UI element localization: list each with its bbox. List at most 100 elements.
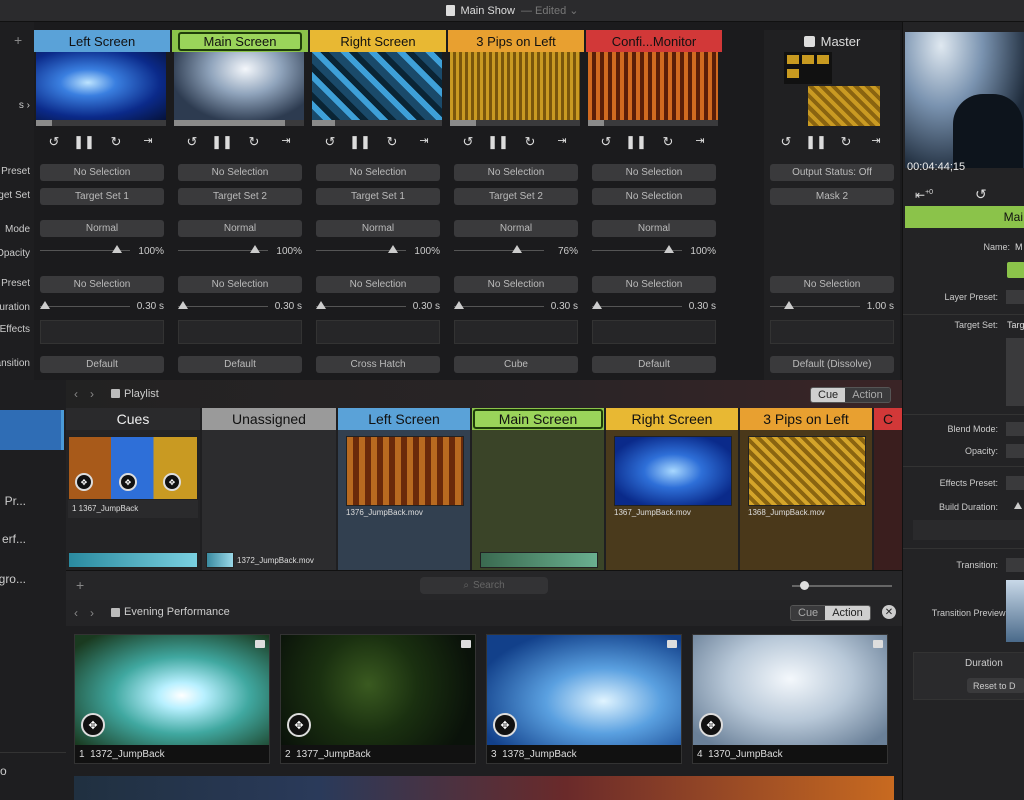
- lane-header[interactable]: 3 Pips on Left: [740, 408, 872, 430]
- forward-chevron-icon[interactable]: ›: [90, 606, 94, 620]
- forward-15-icon[interactable]: ↻: [242, 134, 266, 150]
- layer-preset-field[interactable]: No Selection: [454, 164, 578, 181]
- duration-slider[interactable]: [592, 300, 682, 312]
- blend-mode-field[interactable]: Normal: [454, 220, 578, 237]
- left-screen-thumbnail[interactable]: [346, 436, 464, 506]
- toggle-cue[interactable]: Cue: [811, 388, 846, 402]
- add-layer-icon[interactable]: +: [14, 32, 22, 48]
- layer-progress-bar[interactable]: [588, 120, 718, 126]
- build-duration-knob[interactable]: [1014, 502, 1022, 509]
- jump-end-icon[interactable]: ⇥: [550, 134, 574, 147]
- sidebar-selected-item[interactable]: [0, 410, 64, 450]
- effects-preset-field[interactable]: No Selection: [592, 276, 716, 293]
- target-set-list[interactable]: [1006, 338, 1024, 406]
- pause-icon[interactable]: ❚❚: [210, 134, 234, 150]
- slider-knob[interactable]: [512, 245, 522, 253]
- sidebar-item-background[interactable]: gro...: [0, 572, 26, 586]
- layer-progress-bar[interactable]: [312, 120, 442, 126]
- layer-lane[interactable]: Main Screen: [472, 408, 604, 570]
- layer-thumbnail[interactable]: [312, 52, 442, 120]
- toggle-action[interactable]: Action: [845, 388, 890, 402]
- opacity-slider[interactable]: [178, 244, 268, 256]
- duration-slider[interactable]: [316, 300, 406, 312]
- blend-mode-field[interactable]: Normal: [178, 220, 302, 237]
- duration-slider[interactable]: [454, 300, 544, 312]
- jump-end-icon[interactable]: ⇥: [136, 134, 160, 147]
- main-screen-thumbnail[interactable]: [480, 552, 598, 568]
- sidebar-item-performance-2[interactable]: erf...: [2, 532, 26, 546]
- blend-mode-field[interactable]: Normal: [316, 220, 440, 237]
- slider-knob[interactable]: [784, 301, 794, 309]
- pips-thumbnail[interactable]: [748, 436, 866, 506]
- name-value[interactable]: M: [1015, 242, 1023, 252]
- target-set-field[interactable]: Target Set 1: [40, 188, 164, 205]
- lane-header[interactable]: Unassigned: [202, 408, 336, 430]
- effects-preset-field[interactable]: No Selection: [178, 276, 302, 293]
- master-duration-slider[interactable]: [770, 300, 860, 312]
- preview-video[interactable]: [905, 32, 1024, 168]
- blend-mode-field[interactable]: Normal: [40, 220, 164, 237]
- pause-icon[interactable]: ❚❚: [486, 134, 510, 150]
- cue-tile[interactable]: ✥ 2 1377_JumpBack: [280, 634, 476, 764]
- layer-thumbnail[interactable]: [36, 52, 166, 120]
- slider-knob[interactable]: [592, 301, 602, 309]
- layer-preset-field[interactable]: No Selection: [40, 164, 164, 181]
- rewind-15-icon[interactable]: ↺: [318, 134, 342, 150]
- layer-header[interactable]: Left Screen: [34, 30, 170, 52]
- master-effects-preset-field[interactable]: No Selection: [770, 276, 894, 293]
- slider-knob[interactable]: [316, 301, 326, 309]
- effects-well[interactable]: [178, 320, 302, 344]
- lane-header[interactable]: Right Screen: [606, 408, 738, 430]
- rewind-15-icon[interactable]: ↺: [774, 134, 798, 150]
- lane-header[interactable]: Left Screen: [338, 408, 470, 430]
- layer-progress-bar[interactable]: [36, 120, 166, 126]
- zoom-knob[interactable]: [800, 581, 809, 590]
- jump-end-icon[interactable]: ⇥: [864, 134, 888, 147]
- effects-preset-field[interactable]: [1006, 476, 1024, 490]
- pause-icon[interactable]: ❚❚: [804, 134, 828, 150]
- cue-thumbnail[interactable]: [68, 552, 198, 568]
- transition-preview-image[interactable]: [1006, 580, 1024, 642]
- forward-chevron-icon[interactable]: ›: [90, 387, 94, 401]
- layer-thumbnail[interactable]: [450, 52, 580, 120]
- cue-tile[interactable]: ✥ 4 1370_JumpBack: [692, 634, 888, 764]
- target-set-field[interactable]: Target Set 2: [454, 188, 578, 205]
- master-effects-well[interactable]: [770, 320, 894, 344]
- target-set-field[interactable]: No Selection: [592, 188, 716, 205]
- preview-rewind-icon[interactable]: ↺: [975, 186, 987, 203]
- layer-preset-field[interactable]: No Selection: [592, 164, 716, 181]
- effects-preset-field[interactable]: No Selection: [40, 276, 164, 293]
- layer-header[interactable]: Right Screen: [310, 30, 446, 52]
- opacity-slider[interactable]: [40, 244, 130, 256]
- effects-preset-field[interactable]: No Selection: [454, 276, 578, 293]
- rewind-15-icon[interactable]: ↺: [42, 134, 66, 150]
- evening-cue-action-toggle[interactable]: Cue Action: [790, 605, 871, 621]
- sidebar-item-bottom[interactable]: o: [0, 764, 7, 778]
- layer-thumbnail[interactable]: [588, 52, 718, 120]
- opacity-field[interactable]: [1006, 444, 1024, 458]
- blend-mode-field[interactable]: [1006, 422, 1024, 436]
- cue-tile[interactable]: ✥ 3 1378_JumpBack: [486, 634, 682, 764]
- reset-button[interactable]: Reset to D: [967, 678, 1024, 693]
- layer-thumbnail[interactable]: [174, 52, 304, 120]
- move-icon[interactable]: ✥: [699, 713, 723, 737]
- effects-well[interactable]: [592, 320, 716, 344]
- blend-mode-field[interactable]: Normal: [592, 220, 716, 237]
- jump-end-icon[interactable]: ⇥: [274, 134, 298, 147]
- effects-well[interactable]: [913, 520, 1024, 540]
- slider-knob[interactable]: [178, 301, 188, 309]
- lane-header[interactable]: C: [874, 408, 902, 430]
- rewind-15-icon[interactable]: ↺: [180, 134, 204, 150]
- lane-header[interactable]: Cues: [66, 408, 200, 430]
- forward-15-icon[interactable]: ↻: [518, 134, 542, 150]
- slider-knob[interactable]: [454, 301, 464, 309]
- forward-15-icon[interactable]: ↻: [834, 134, 858, 150]
- master-thumb[interactable]: [808, 86, 880, 126]
- effects-well[interactable]: [316, 320, 440, 344]
- move-icon[interactable]: ✥: [81, 713, 105, 737]
- slider-knob[interactable]: [664, 245, 674, 253]
- layer-header[interactable]: Confi...Monitor: [586, 30, 722, 52]
- preview-jump-icon[interactable]: ⇤+0: [915, 188, 933, 202]
- effects-well[interactable]: [454, 320, 578, 344]
- slider-knob[interactable]: [388, 245, 398, 253]
